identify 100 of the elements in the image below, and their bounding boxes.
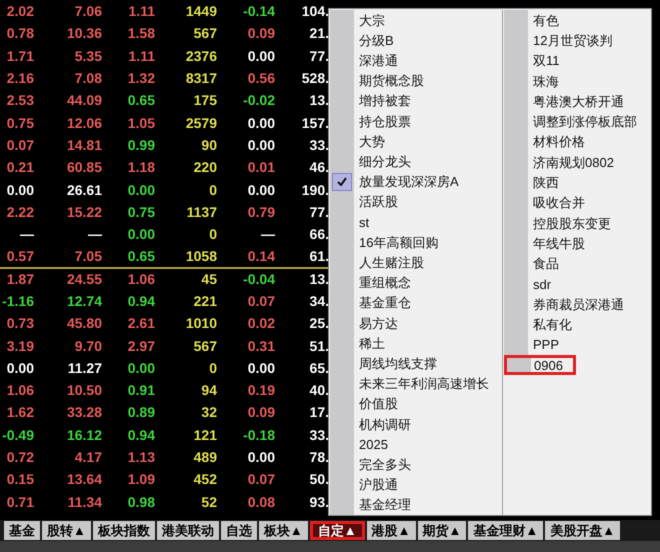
menu-item[interactable]: 2025 bbox=[330, 434, 502, 454]
table-cell-text: 93. bbox=[308, 494, 329, 509]
table-cell-text: 2.97 bbox=[126, 338, 155, 353]
table-cell-text: 52 bbox=[200, 494, 217, 509]
sheet-tab[interactable]: 股转▲ bbox=[42, 521, 91, 540]
menu-item[interactable]: 稀土 bbox=[330, 333, 502, 354]
menu-item[interactable]: 基金经理 bbox=[330, 494, 502, 516]
table-cell-text: 45 bbox=[200, 272, 217, 286]
menu-item[interactable]: PPP bbox=[504, 334, 651, 356]
table-cell-text: 16.12 bbox=[66, 428, 102, 442]
menu-item[interactable]: 吸收合并 bbox=[504, 192, 651, 213]
table-cell-text: 94 bbox=[200, 383, 217, 398]
menu-item[interactable]: sdr bbox=[504, 274, 651, 294]
table-cell-text: 0.71 bbox=[6, 494, 34, 509]
menu-item[interactable]: 沪股通 bbox=[330, 474, 502, 495]
sheet-tab[interactable]: 板块指数 bbox=[92, 521, 155, 540]
sheet-tab[interactable]: 美股开盘▲ bbox=[545, 521, 620, 540]
table-cell-text: — bbox=[260, 227, 275, 242]
menu-item[interactable]: 材料价格 bbox=[504, 132, 651, 152]
table-cell-text: 0.78 bbox=[6, 26, 34, 40]
table-cell-text: 34. bbox=[308, 294, 329, 308]
sheet-tab[interactable]: 自定▲ bbox=[310, 521, 365, 540]
menu-item[interactable]: 12月世贸谈判 bbox=[504, 30, 651, 51]
menu-item[interactable]: 私有化 bbox=[504, 314, 651, 335]
menu-item[interactable]: 持仓股票 bbox=[330, 111, 502, 132]
menu-item[interactable]: 分级B bbox=[330, 30, 502, 50]
menu-item[interactable]: 调整到涨停板底部 bbox=[504, 111, 651, 132]
sheet-tab[interactable]: 港股▲ bbox=[366, 521, 416, 540]
table-cell-text: 1137 bbox=[186, 204, 217, 219]
menu-item[interactable]: 年线牛股 bbox=[504, 233, 651, 254]
table-cell-text: 0.00 bbox=[126, 182, 155, 197]
menu-item[interactable]: 有色 bbox=[504, 10, 651, 30]
menu-item[interactable]: 完全多头 bbox=[330, 454, 502, 475]
menu-item[interactable]: 深港通 bbox=[330, 50, 502, 71]
menu-item[interactable]: 价值股 bbox=[330, 394, 502, 414]
table-cell-text: 489 bbox=[192, 450, 217, 464]
table-cell-text: 8317 bbox=[184, 71, 217, 86]
menu-item[interactable]: 未来三年利润高速增长 bbox=[330, 374, 502, 394]
menu-item[interactable]: 控股股东变更 bbox=[504, 212, 651, 234]
menu-item[interactable]: 期货概念股 bbox=[330, 70, 502, 91]
sheet-tab[interactable]: 自选 bbox=[220, 521, 257, 540]
menu-item[interactable]: 基金重仓 bbox=[330, 292, 502, 314]
table-cell-text: 2.22 bbox=[6, 204, 34, 219]
table-cell-text: 0.00 bbox=[6, 182, 34, 197]
table-cell-text: 0.31 bbox=[246, 338, 275, 353]
table-cell-text: 33.28 bbox=[66, 405, 102, 420]
menu-item[interactable]: 粤港澳大桥开通 bbox=[504, 91, 651, 112]
table-cell-text: 0.75 bbox=[126, 204, 155, 219]
table-cell-text: 5.35 bbox=[74, 48, 102, 63]
menu-item[interactable]: 大宗 bbox=[330, 10, 502, 30]
menu-item[interactable]: 增持被套 bbox=[330, 90, 502, 112]
table-cell-text: 104. bbox=[300, 4, 329, 18]
table-cell-text: 220 bbox=[192, 160, 217, 174]
menu-item[interactable]: 大势 bbox=[330, 131, 502, 152]
menu-item[interactable]: 易方达 bbox=[330, 313, 502, 334]
table-cell-text: 44.09 bbox=[66, 93, 102, 108]
menu-item[interactable]: 陕西 bbox=[504, 172, 651, 193]
table-cell-text: 77. bbox=[308, 204, 329, 219]
table-cell-text: 567 bbox=[192, 26, 217, 40]
table-cell-text: 0.94 bbox=[126, 294, 155, 308]
menu-item[interactable]: 济南规划0802 bbox=[504, 152, 651, 172]
table-cell-text: 0.00 bbox=[246, 116, 275, 130]
menu-item[interactable]: 重组概念 bbox=[330, 272, 502, 293]
sheet-tab[interactable]: 基金 bbox=[4, 521, 40, 540]
menu-item[interactable]: 细分龙头 bbox=[330, 151, 502, 172]
menu-item[interactable]: 机构调研 bbox=[330, 414, 502, 434]
table-cell-text: 0.00 bbox=[126, 360, 155, 375]
table-cell-text: 40. bbox=[308, 383, 329, 398]
table-cell-text: -0.14 bbox=[242, 4, 275, 18]
table-cell-text: 0.00 bbox=[246, 182, 275, 197]
menu-item[interactable]: 16年高额回购 bbox=[330, 232, 502, 252]
table-cell-text: 0.99 bbox=[126, 138, 155, 152]
table-cell-text: -1.16 bbox=[1, 294, 34, 308]
table-cell-text: 1.06 bbox=[6, 383, 34, 398]
table-cell-text: 1.32 bbox=[126, 71, 155, 86]
table-cell-text: 0.07 bbox=[6, 138, 34, 152]
table-cell-text: 121 bbox=[192, 428, 217, 442]
menu-item[interactable]: 放量发现深深房A bbox=[330, 172, 502, 192]
table-cell-text: 1.06 bbox=[126, 272, 155, 286]
sheet-tab[interactable]: 期货▲ bbox=[418, 521, 466, 540]
menu-item[interactable]: 食品 bbox=[504, 254, 651, 274]
table-cell-text: — bbox=[87, 227, 102, 242]
table-cell-text: 0.09 bbox=[246, 405, 275, 420]
sheet-tab[interactable]: 板块▲ bbox=[258, 521, 308, 540]
table-cell-text: 0.79 bbox=[246, 204, 275, 219]
table-cell-text: 0.21 bbox=[6, 160, 34, 174]
table-cell-text: 2.53 bbox=[6, 93, 34, 108]
sheet-tab[interactable]: 港美联动 bbox=[156, 521, 219, 540]
table-cell-text: — bbox=[19, 227, 34, 242]
menu-item[interactable]: 双11 bbox=[504, 50, 651, 71]
menu-item[interactable]: 周线均线支撑 bbox=[330, 353, 502, 374]
menu-item[interactable]: st bbox=[330, 212, 502, 232]
table-cell-text: 1.71 bbox=[6, 48, 34, 63]
sheet-tab[interactable]: 基金理财▲ bbox=[468, 521, 544, 540]
menu-item[interactable]: 人生赌注股 bbox=[330, 252, 502, 273]
table-cell-text: 0.00 bbox=[246, 450, 275, 464]
menu-item[interactable]: 券商裁员深港通 bbox=[504, 294, 651, 314]
menu-item[interactable]: 活跃股 bbox=[330, 192, 502, 212]
menu-item[interactable]: 0906 bbox=[504, 355, 576, 376]
menu-item[interactable]: 珠海 bbox=[504, 70, 651, 92]
